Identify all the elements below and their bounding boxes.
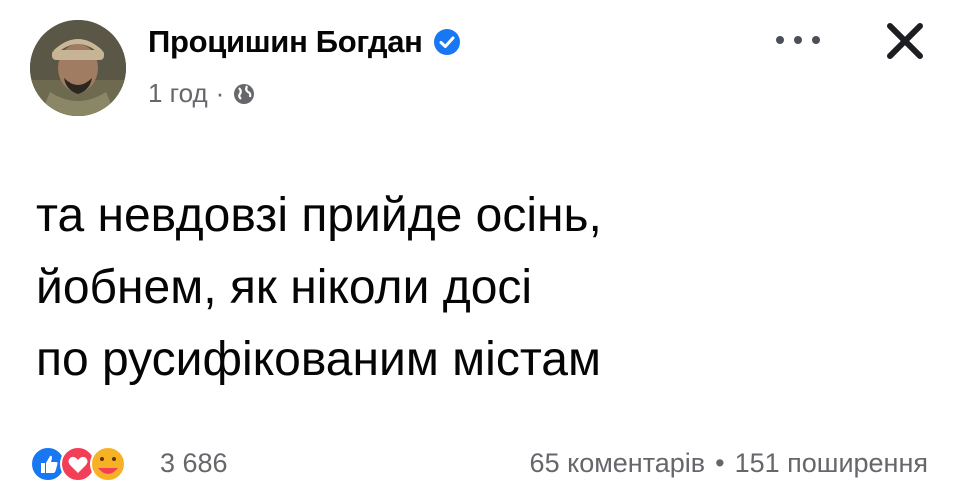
more-dot: [776, 36, 784, 44]
verified-badge-icon: [433, 28, 461, 56]
author-name-text[interactable]: Процишин Богдан: [148, 24, 423, 60]
post-text: та невдовзі прийде осінь, йобнем, як нік…: [36, 180, 602, 396]
love-icon: [60, 446, 96, 482]
more-dot: [794, 36, 802, 44]
stats-separator: •: [715, 448, 725, 478]
meta-separator: ·: [215, 78, 225, 108]
post-meta: 1 год ·: [148, 78, 256, 109]
avatar[interactable]: [30, 20, 126, 116]
author-name[interactable]: Процишин Богдан: [148, 24, 461, 60]
post-text-line: йобнем, як ніколи досі: [36, 261, 533, 314]
avatar-photo: [30, 20, 126, 116]
globe-icon: [232, 82, 256, 106]
post-header: Процишин Богдан 1 год ·: [0, 0, 960, 130]
post-stats: 65 коментарів • 151 поширення: [530, 448, 928, 479]
reactions-summary[interactable]: [30, 444, 150, 484]
shares-count[interactable]: 151 поширення: [735, 448, 928, 479]
more-dot: [812, 36, 820, 44]
reaction-count[interactable]: 3 686: [160, 448, 228, 479]
post-footer: 3 686 65 коментарів • 151 поширення: [0, 430, 960, 490]
more-options-button[interactable]: [776, 30, 820, 50]
post-text-line: та невдовзі прийде осінь,: [36, 189, 602, 242]
close-button[interactable]: [884, 20, 926, 62]
close-icon: [887, 23, 923, 59]
comments-count[interactable]: 65 коментарів: [530, 448, 706, 479]
care-icon: [90, 446, 126, 482]
post-text-line: по русифікованим містам: [36, 333, 601, 386]
like-icon: [30, 446, 66, 482]
post-time[interactable]: 1 год: [148, 78, 208, 109]
